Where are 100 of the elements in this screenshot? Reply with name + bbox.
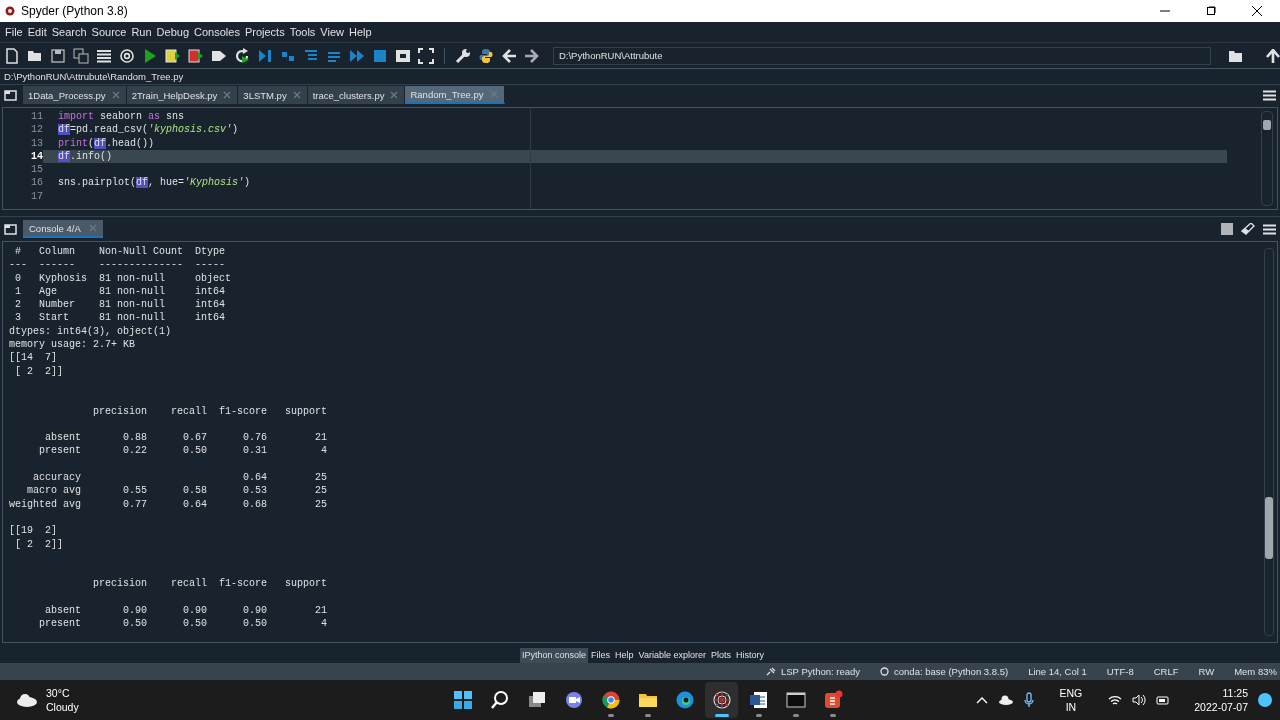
microphone-icon[interactable] (1023, 692, 1034, 708)
console-line: present 0.50 0.50 0.50 4 (38, 617, 328, 631)
menu-item[interactable]: Projects (242, 26, 288, 38)
menu-item[interactable]: Help (347, 26, 375, 38)
run-cell-advance-icon[interactable] (188, 47, 204, 64)
spyder-logo-icon (5, 6, 15, 16)
pane-icon[interactable] (4, 89, 17, 101)
back-arrow-icon[interactable] (501, 47, 517, 64)
notification-icon[interactable] (1258, 693, 1272, 707)
menu-icon[interactable] (1263, 223, 1276, 235)
cloud-icon[interactable] (997, 695, 1014, 705)
battery-icon[interactable] (1156, 694, 1171, 706)
scrollbar-thumb[interactable] (1265, 497, 1273, 559)
debug-icon[interactable] (257, 47, 273, 64)
task-view-icon[interactable] (526, 690, 547, 710)
line-number: 17 (30, 189, 43, 204)
play-icon[interactable] (142, 47, 158, 64)
forward-arrow-icon[interactable] (524, 47, 540, 64)
menu-item[interactable]: Tools (287, 26, 319, 38)
close-icon[interactable] (1252, 6, 1262, 16)
status-text: Line 14, Col 1 (1028, 666, 1087, 677)
console-line: absent 0.90 0.90 0.90 21 (44, 604, 328, 618)
line-number: 16 (30, 176, 43, 190)
web-icon[interactable] (711, 690, 732, 710)
fullscreen-icon[interactable] (418, 47, 434, 64)
pane-icon[interactable] (4, 223, 17, 235)
file-tab[interactable]: trace_clusters.py (307, 86, 406, 104)
document-icon[interactable] (748, 690, 769, 710)
eraser-icon[interactable] (1241, 223, 1255, 235)
input-language[interactable]: ENG (1059, 686, 1083, 700)
conda-icon (880, 667, 890, 676)
temperature: 30°C (46, 686, 71, 700)
scrollbar-thumb[interactable] (1263, 120, 1271, 130)
console-line: [ 2 2]] (14, 364, 63, 378)
menu-item[interactable]: Search (49, 26, 90, 38)
cloud-icon[interactable] (16, 693, 38, 707)
console-tab[interactable]: Console 4/A (23, 220, 103, 238)
console-line: absent 0.88 0.67 0.76 21 (44, 431, 328, 445)
menu-item[interactable]: Source (89, 26, 130, 38)
console-line: [ 2 2]] (14, 537, 63, 551)
line-number: 12 (30, 123, 43, 137)
save-all-icon[interactable] (73, 47, 89, 64)
browser-icon[interactable] (600, 690, 621, 710)
new-file-icon[interactable] (4, 47, 20, 64)
terminal-icon[interactable] (785, 690, 806, 710)
console-line: accuracy 0.64 25 (32, 471, 328, 485)
edge-icon[interactable] (674, 690, 695, 710)
file-tab[interactable]: 3LSTM.py (238, 86, 308, 104)
rerun-icon[interactable] (234, 47, 250, 64)
open-folder-icon[interactable] (1228, 48, 1245, 63)
clock-time[interactable]: 11:25 (1222, 686, 1248, 700)
menu-item[interactable]: Consoles (192, 26, 243, 38)
file-tab[interactable]: 2Train_HelpDesk.py (126, 86, 239, 104)
code-line: import seaborn as sns (58, 110, 185, 124)
file-tab[interactable]: 1Data_Process.py (23, 86, 127, 104)
line-number: 15 (30, 163, 43, 177)
wifi-icon[interactable] (1108, 694, 1123, 706)
save-icon[interactable] (50, 47, 66, 64)
up-arrow-icon[interactable] (1266, 48, 1280, 63)
pane-tab[interactable]: Help (613, 648, 636, 663)
menu-icon[interactable] (1263, 89, 1276, 101)
status-text: LSP Python: ready (781, 666, 861, 677)
status-text: UTF-8 (1106, 666, 1134, 677)
console-line: [[14 7] (9, 351, 57, 365)
menu-item[interactable]: File (3, 26, 26, 38)
taskbar-button[interactable] (705, 682, 738, 718)
run-cell-icon[interactable] (165, 47, 181, 64)
menu-item[interactable]: Edit (25, 26, 50, 38)
pane-tab[interactable]: IPython console (520, 648, 589, 663)
clock-date[interactable]: 2022-07-07 (1194, 700, 1248, 714)
file-tab[interactable]: Random_Tree.py (405, 86, 505, 104)
scrollbar[interactable] (1264, 248, 1274, 636)
plug-icon (766, 667, 776, 676)
menu-item[interactable]: Run (129, 26, 155, 38)
menu-item[interactable]: View (318, 26, 347, 38)
python-icon[interactable] (478, 47, 494, 64)
input-region[interactable]: IN (1065, 700, 1077, 714)
working-directory-field[interactable]: D:\PythonRUN\Attrubute (553, 46, 1212, 65)
speaker-icon[interactable] (1132, 694, 1147, 706)
pane-tab[interactable]: Variable explorer (636, 648, 708, 663)
console-line: --- ------ -------------- ----- (9, 258, 226, 272)
search-icon[interactable] (489, 690, 510, 710)
chat-icon[interactable] (563, 690, 584, 710)
wrench-icon[interactable] (455, 47, 471, 64)
chevron-up-icon[interactable] (975, 696, 988, 704)
list-icon[interactable] (96, 47, 112, 64)
slides-icon[interactable] (822, 690, 843, 710)
scrollbar[interactable] (1261, 111, 1273, 206)
console-line: 1 Age 81 non-null int64 (14, 284, 226, 299)
continue-icon[interactable] (349, 47, 365, 64)
stop-icon[interactable] (372, 47, 388, 64)
pane-tab[interactable]: History (733, 648, 766, 663)
console-line: present 0.22 0.50 0.31 4 (38, 444, 328, 458)
code-line: df.info() (58, 149, 113, 164)
maximize-pane-icon[interactable] (395, 47, 411, 64)
maximize-icon[interactable] (1206, 6, 1216, 16)
status-text: CRLF (1153, 666, 1179, 677)
file-path: D:\PythonRUN\Attrubute\Random_Tree.py (4, 71, 184, 82)
menu-item[interactable]: Debug (154, 26, 193, 38)
start-icon[interactable] (452, 690, 473, 710)
